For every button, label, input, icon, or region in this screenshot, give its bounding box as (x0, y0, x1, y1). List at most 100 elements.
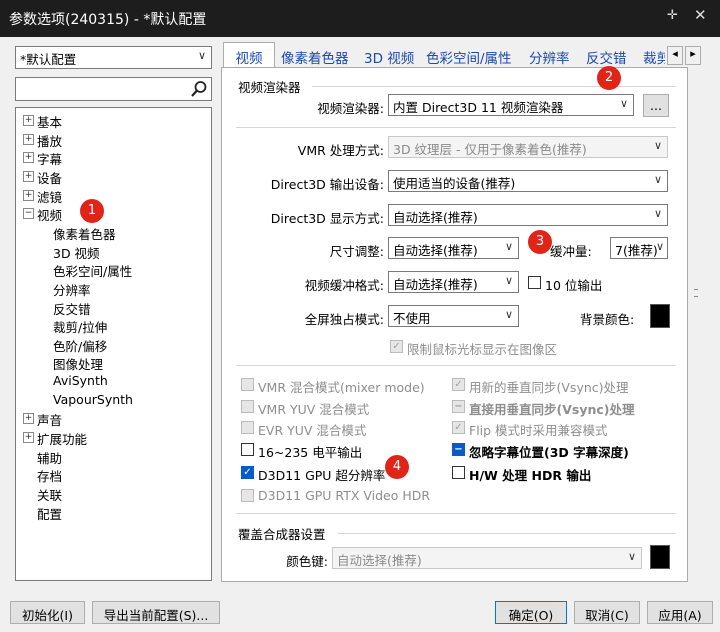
hw-hdr-label: H/W 处理 HDR 输出 (469, 468, 592, 483)
d3d-display-select-value: 自动选择(推荐) (393, 210, 478, 225)
overlay-group-title: 覆盖合成器设置 (238, 527, 326, 542)
renderer-group-title: 视频渲染器 (238, 80, 301, 95)
colorkey-swatch[interactable] (650, 545, 670, 569)
tree-item-image-processing[interactable]: 图像处理 (53, 354, 103, 373)
tree-item-vapoursynth[interactable]: VapourSynth (53, 392, 133, 407)
separator (236, 513, 676, 514)
tree-item-label: 辅助 (37, 450, 63, 466)
vmr-mixer-checkbox[interactable] (241, 378, 254, 391)
buffer-select-value: 7(推荐) (615, 243, 658, 258)
expand-icon[interactable]: + (23, 115, 34, 126)
ignore-sub-pos-checkbox[interactable]: − (452, 443, 465, 456)
d3d-device-label: Direct3D 输出设备: (270, 177, 384, 192)
group-divider (338, 533, 676, 534)
expand-icon[interactable]: + (23, 133, 34, 145)
tree-item-resolution[interactable]: 分辨率 (53, 280, 91, 299)
tree-item-filter[interactable]: + 滤镜 (23, 187, 62, 206)
vsync-new-checkbox[interactable]: ✓ (452, 378, 465, 391)
tree-item-label: 反交错 (53, 301, 91, 317)
resize-select[interactable]: 自动选择(推荐) ∨ (388, 237, 519, 259)
chevron-left-icon: ◂ (672, 47, 678, 60)
tree-item-label: 色彩空间/属性 (53, 264, 133, 280)
d3d-device-select[interactable]: 使用适当的设备(推荐) ∨ (388, 170, 668, 192)
renderer-more-button[interactable]: ... (643, 94, 669, 117)
tree-item-crop-stretch[interactable]: 裁剪/拉伸 (53, 317, 107, 336)
buffer-format-select-value: 自动选择(推荐) (393, 277, 478, 292)
cursor-limit-label: 限制鼠标光标显示在图像区 (407, 342, 558, 357)
bgcolor-swatch[interactable] (650, 304, 670, 328)
colorkey-label: 颜色键: (286, 554, 328, 569)
chevron-down-icon: ∨ (653, 173, 662, 186)
tree-item-colorspace[interactable]: 色彩空间/属性 (53, 261, 132, 280)
magnifier-icon[interactable] (190, 80, 208, 98)
apply-button[interactable]: 应用(A) (647, 601, 713, 624)
close-icon[interactable]: ✕ (694, 6, 707, 24)
tree-item-misc[interactable]: 辅助 (37, 448, 62, 467)
search-input[interactable] (15, 77, 212, 101)
settings-tree[interactable]: + 基本 + 播放 + 字幕 + 设备 + 滤镜 − 视频 像素着色器 3D 视频色彩空间/属性 分辨率反交… (15, 107, 212, 581)
profile-select-value: *默认配置 (20, 52, 77, 67)
tree-item-basic[interactable]: + 基本 (23, 112, 62, 131)
bgcolor-label: 背景颜色: (580, 312, 635, 327)
cursor-limit-checkbox[interactable]: ✓ (390, 340, 403, 353)
tree-item-subtitle[interactable]: + 字幕 (23, 149, 62, 168)
vmr-select[interactable]: 3D 纹理层 - 仅用于像素着色(推荐) ∨ (388, 136, 668, 158)
collapse-icon[interactable]: − (23, 208, 34, 220)
flip-compat-checkbox[interactable]: ✓ (452, 421, 465, 434)
tree-item-association[interactable]: 关联 (37, 485, 62, 504)
expand-icon[interactable]: + (23, 432, 34, 444)
panel-scrollbar[interactable] (688, 67, 704, 582)
tree-item-label: 色阶/偏移 (53, 338, 108, 354)
d3d11-super-res-checkbox[interactable]: ✓ (241, 466, 254, 479)
expand-icon[interactable]: + (23, 152, 34, 164)
buffer-label: 缓冲量: (550, 244, 592, 259)
export-button[interactable]: 导出当前配置(S)... (92, 601, 220, 624)
title-bar: 参数选项(240315) - *默认配置 ✛ ✕ (0, 0, 720, 37)
expand-icon[interactable]: + (23, 170, 34, 182)
tree-item-extensions[interactable]: + 扩展功能 (23, 429, 88, 448)
level-16-235-checkbox[interactable] (241, 443, 254, 456)
expand-icon[interactable]: + (23, 189, 34, 201)
tab-scroll-right[interactable]: ▸ (685, 46, 701, 65)
chevron-down-icon: ∨ (197, 49, 206, 62)
tree-item-playback[interactable]: + 播放 (23, 131, 62, 150)
fullscreen-select-value: 不使用 (393, 311, 431, 326)
buffer-select[interactable]: 7(推荐) ∨ (610, 237, 668, 259)
vsync-direct-checkbox[interactable]: − (452, 400, 465, 413)
expand-icon[interactable]: + (23, 413, 34, 425)
tab-scroll-left[interactable]: ◂ (667, 46, 683, 65)
buffer-format-select[interactable]: 自动选择(推荐) ∨ (388, 271, 519, 293)
tree-item-deinterlace[interactable]: 反交错 (53, 299, 91, 318)
tree-item-avisynth[interactable]: AviSynth (53, 373, 108, 388)
vmr-label: VMR 处理方式: (297, 143, 384, 158)
colorkey-select[interactable]: 自动选择(推荐) ∨ (332, 547, 642, 569)
tree-item-save[interactable]: 存档 (37, 466, 62, 485)
d3d-display-select[interactable]: 自动选择(推荐) ∨ (388, 204, 668, 226)
init-button[interactable]: 初始化(I) (10, 601, 85, 624)
d3d11-rtx-hdr-label: D3D11 GPU RTX Video HDR (258, 488, 431, 503)
tree-item-levels-offset[interactable]: 色阶/偏移 (53, 336, 107, 355)
chevron-down-icon: ∨ (504, 240, 513, 253)
hw-hdr-checkbox[interactable] (452, 466, 465, 479)
tree-item-pixel-shader[interactable]: 像素着色器 (53, 224, 116, 243)
tree-item-label: 扩展功能 (37, 432, 88, 448)
renderer-label: 视频渲染器: (317, 101, 384, 116)
pin-icon[interactable]: ✛ (667, 8, 678, 23)
chevron-right-icon: ▸ (690, 47, 696, 60)
tree-item-label: AviSynth (53, 373, 108, 389)
d3d11-rtx-hdr-checkbox[interactable] (241, 489, 254, 502)
evr-yuv-checkbox[interactable] (241, 421, 254, 434)
tree-item-profile[interactable]: 配置 (37, 504, 62, 523)
ok-button[interactable]: 确定(O) (495, 601, 567, 624)
profile-select[interactable]: *默认配置 ∨ (15, 46, 212, 69)
tree-item-label: 配置 (37, 506, 63, 522)
vmr-yuv-checkbox[interactable] (241, 400, 254, 413)
renderer-select[interactable]: 内置 Direct3D 11 视频渲染器 ∨ (388, 94, 634, 116)
tree-item-3d-video[interactable]: 3D 视频 (53, 243, 100, 262)
tree-item-audio[interactable]: + 声音 (23, 410, 62, 429)
fullscreen-select[interactable]: 不使用 ∨ (388, 305, 519, 327)
cancel-button[interactable]: 取消(C) (574, 601, 640, 624)
tenbit-checkbox[interactable] (528, 276, 541, 289)
tree-item-video[interactable]: − 视频 (23, 205, 62, 224)
tree-item-device[interactable]: + 设备 (23, 168, 62, 187)
